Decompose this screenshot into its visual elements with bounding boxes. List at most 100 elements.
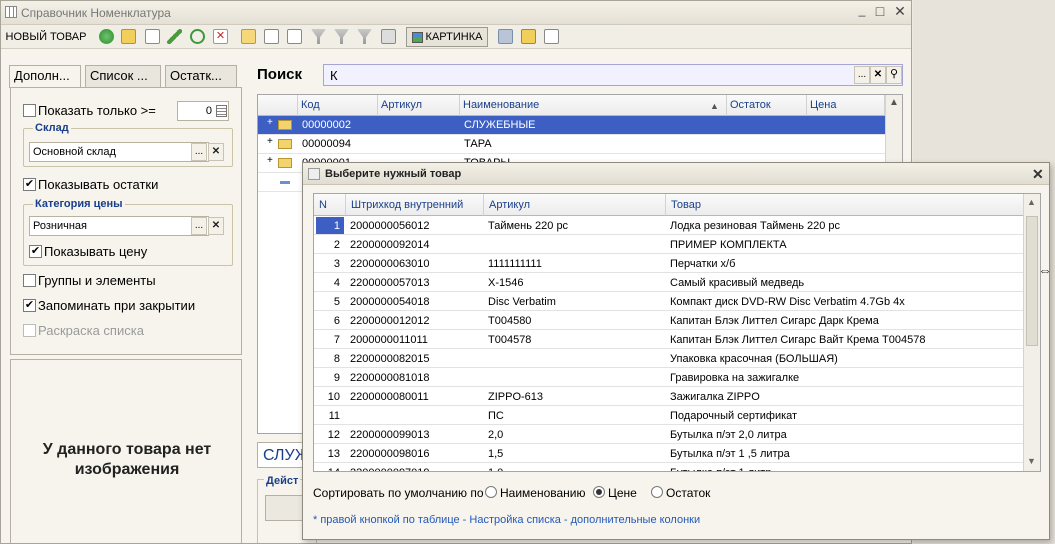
scroll-down-icon[interactable]: ▼ [1027, 456, 1036, 466]
edit-icon[interactable] [167, 29, 182, 44]
minimize-button[interactable]: _ [854, 3, 870, 19]
product-row[interactable]: 1 2000000056012 Таймень 220 рс Лодка резино… [314, 216, 1024, 235]
products-table[interactable]: N Штрихкод внутренний Артикул Товар 1 200… [313, 193, 1041, 472]
scroll-up-icon[interactable]: ▲ [889, 97, 899, 108]
sort-by-price-radio[interactable] [593, 486, 605, 498]
price-select-button[interactable]: ... [191, 217, 207, 235]
product-row[interactable]: 13 2200000098016 1,5 Бутылка п/эт 1 ,5 литр… [314, 444, 1024, 463]
color-list-checkbox[interactable] [23, 324, 36, 337]
maximize-button[interactable]: □ [872, 3, 888, 19]
color-list-label: Раскраска списка [38, 323, 144, 338]
new-item-button[interactable]: НОВЫЙ ТОВАР [3, 27, 89, 47]
search-clear-button[interactable]: ✕ [870, 66, 886, 84]
column-price[interactable]: Цена [807, 95, 885, 116]
tab-stock[interactable]: Остатк... [165, 65, 237, 87]
product-row[interactable]: 2 2200000092014 ПРИМЕР КОМПЛЕКТА [314, 235, 1024, 254]
sort-by-name-label[interactable]: Наименованию [500, 486, 586, 500]
table-row[interactable]: + 00000094 ТАРА [258, 135, 885, 154]
row-barcode: 2000000054018 [350, 296, 430, 308]
picture-button[interactable]: КАРТИНКА [406, 27, 488, 47]
row-article: Disc Verbatim [488, 296, 556, 308]
refresh-icon[interactable] [190, 29, 205, 44]
search-icon[interactable]: ⚲ [886, 66, 902, 84]
product-row[interactable]: 4 2200000057013 X-1546 Самый красивый медве… [314, 273, 1024, 292]
product-row[interactable]: 5 2000000054018 Disc Verbatim Компакт диск … [314, 292, 1024, 311]
add-folder-icon[interactable] [121, 29, 136, 44]
row-product: Перчатки х/б [670, 258, 736, 270]
column-settings-icon[interactable] [258, 95, 298, 116]
sort-by-stock-label[interactable]: Остаток [666, 486, 710, 500]
remember-checkbox[interactable]: ✔ [23, 299, 36, 312]
row-code: 00000002 [302, 119, 351, 131]
actions-group-label: Дейст [264, 475, 301, 487]
product-row[interactable]: 7 2000000011011 T004578 Капитан Блэк Литтел… [314, 330, 1024, 349]
scroll-thumb[interactable] [1026, 216, 1038, 346]
close-button[interactable]: ✕ [892, 3, 908, 19]
column-barcode[interactable]: Штрихкод внутренний [346, 194, 484, 216]
product-row[interactable]: 14 2200000097019 1,0 Бутылка п/эт 1 литр [314, 463, 1024, 471]
row-n: 7 [333, 334, 340, 346]
show-only-checkbox[interactable] [23, 104, 36, 117]
filter-list-icon[interactable] [334, 29, 349, 44]
import-icon[interactable] [521, 29, 536, 44]
column-number[interactable]: N [314, 194, 346, 216]
tab-additional[interactable]: Дополн... [9, 65, 81, 88]
product-row[interactable]: 10 2200000080011 ZIPPO-613 Зажигалка ZIPPO [314, 387, 1024, 406]
hierarchy-icon[interactable] [287, 29, 302, 44]
row-product: Бутылка п/эт 1 литр [670, 467, 1022, 471]
delete-icon[interactable]: ✕ [213, 29, 228, 44]
row-product: Подарочный сертификат [670, 410, 798, 422]
dialog-titlebar: Выберите нужный товар ✕ [303, 163, 1049, 185]
column-code[interactable]: Код [298, 95, 378, 116]
export-icon[interactable] [544, 29, 559, 44]
select-product-dialog: Выберите нужный товар ✕ N Штрихкод внутр… [302, 162, 1050, 540]
toolbar: НОВЫЙ ТОВАР ✕ КАРТИНКА [1, 25, 911, 49]
product-row[interactable]: 6 2200000012012 T004580 Капитан Блэк Литтел… [314, 311, 1024, 330]
product-row[interactable]: 8 2200000082015 Упаковка красочная (БОЛЬША… [314, 349, 1024, 368]
tree-icon[interactable] [264, 29, 279, 44]
search-input[interactable]: К [323, 64, 903, 86]
scroll-up-icon[interactable]: ▲ [1027, 197, 1036, 207]
list-mode-icon[interactable] [241, 29, 256, 44]
copy-icon[interactable] [145, 29, 160, 44]
warehouse-select-button[interactable]: ... [191, 143, 207, 161]
groups-elements-checkbox[interactable] [23, 274, 36, 287]
warehouse-field[interactable]: Основной склад [29, 142, 209, 162]
row-n: 2 [333, 239, 340, 251]
column-article[interactable]: Артикул [484, 194, 666, 216]
filter-clear-icon[interactable] [357, 29, 372, 44]
column-product[interactable]: Товар [666, 194, 1024, 216]
sort-by-name-radio[interactable] [485, 486, 497, 498]
price-clear-button[interactable]: ✕ [208, 217, 224, 235]
price-category-field[interactable]: Розничная [29, 216, 209, 236]
product-row[interactable]: 12 2200000099013 2,0 Бутылка п/эт 2,0 литра [314, 425, 1024, 444]
row-article: T004580 [488, 315, 532, 327]
product-row[interactable]: 3 2200000063010 1111111111 Перчатки х/б [314, 254, 1024, 273]
filter-icon[interactable] [311, 29, 326, 44]
search-select-button[interactable]: ... [854, 66, 870, 84]
expand-icon[interactable]: + [267, 155, 273, 166]
warehouse-clear-button[interactable]: ✕ [208, 143, 224, 161]
expand-icon[interactable]: + [267, 117, 273, 128]
products-scrollbar[interactable]: ▲ ▼ [1023, 194, 1040, 471]
product-row[interactable]: 9 2200000081018 Гравировка на зажигалке [314, 368, 1024, 387]
tab-list[interactable]: Список ... [85, 65, 161, 87]
sort-by-stock-radio[interactable] [651, 486, 663, 498]
table-row[interactable]: + 00000002 СЛУЖЕБНЫЕ [258, 116, 885, 135]
expand-icon[interactable]: + [267, 136, 273, 147]
column-name[interactable]: Наименование [460, 95, 727, 116]
row-n: 4 [333, 277, 340, 289]
product-row[interactable]: 11 ПС Подарочный сертификат [314, 406, 1024, 425]
print-icon[interactable] [381, 29, 396, 44]
row-barcode: 2000000011011 [350, 334, 428, 346]
show-stock-checkbox[interactable]: ✔ [23, 178, 36, 191]
sort-by-price-label[interactable]: Цене [608, 486, 637, 500]
calculator-icon[interactable] [216, 105, 227, 117]
row-name: СЛУЖЕБНЫЕ [464, 119, 536, 131]
move-up-icon[interactable] [498, 29, 513, 44]
add-icon[interactable] [99, 29, 114, 44]
column-stock[interactable]: Остаток [727, 95, 807, 116]
dialog-close-icon[interactable]: ✕ [1032, 166, 1044, 183]
column-article[interactable]: Артикул [378, 95, 460, 116]
show-price-checkbox[interactable]: ✔ [29, 245, 42, 258]
